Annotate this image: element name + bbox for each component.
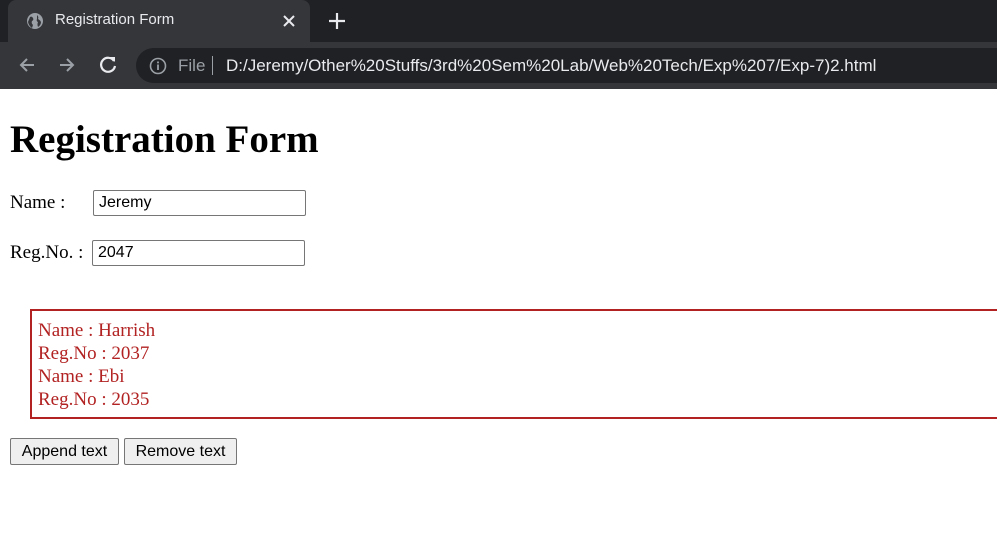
- reg-no-input[interactable]: [92, 240, 305, 266]
- info-icon[interactable]: [149, 57, 167, 75]
- browser-tabstrip: Registration Form: [0, 0, 997, 42]
- reg-no-label: Reg.No. :: [10, 242, 84, 263]
- remove-text-button[interactable]: Remove text: [124, 438, 237, 465]
- url-text[interactable]: D:/Jeremy/Other%20Stuffs/3rd%20Sem%20Lab…: [226, 56, 876, 76]
- browser-tab[interactable]: Registration Form: [8, 0, 310, 42]
- output-line: Name : Harrish: [38, 320, 156, 341]
- globe-icon: [27, 13, 43, 29]
- scheme-label: File: [178, 56, 206, 75]
- tab-title: Registration Form: [55, 11, 175, 28]
- back-arrow-icon[interactable]: [16, 54, 38, 76]
- close-tab-icon[interactable]: [280, 12, 298, 30]
- browser-toolbar: File D:/Jeremy/Other%20Stuffs/3rd%20Sem%…: [0, 42, 997, 89]
- output-line: Reg.No : 2035: [38, 389, 150, 410]
- name-input[interactable]: [93, 190, 306, 216]
- append-text-button[interactable]: Append text: [10, 438, 119, 465]
- name-label: Name :: [10, 192, 66, 213]
- url-separator: [212, 56, 213, 75]
- new-tab-icon[interactable]: [327, 11, 347, 31]
- page-title: Registration Form: [10, 118, 319, 161]
- output-box: Name : Harrish Reg.No : 2037 Name : Ebi …: [30, 309, 997, 419]
- forward-arrow-icon[interactable]: [56, 54, 78, 76]
- address-bar[interactable]: File D:/Jeremy/Other%20Stuffs/3rd%20Sem%…: [136, 48, 997, 83]
- reload-icon[interactable]: [97, 54, 119, 76]
- output-line: Name : Ebi: [38, 366, 125, 387]
- output-line: Reg.No : 2037: [38, 343, 150, 364]
